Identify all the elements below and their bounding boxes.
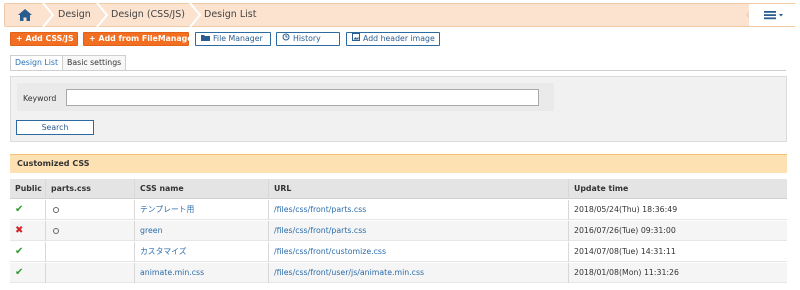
parts-cell	[45, 221, 134, 241]
update-time: 2018/05/24(Thu) 18:36:49	[568, 200, 787, 220]
hamburger-menu-icon	[764, 11, 783, 20]
table-row: ✔ カスタマイズ /files/css/front/customize.css …	[10, 242, 787, 262]
tab-basic-settings[interactable]: Basic settings	[62, 55, 127, 70]
table-row: ✔ テンプレート用 /files/css/front/parts.css 201…	[10, 200, 787, 220]
url-link[interactable]: /files/css/front/user/js/animate.min.css	[268, 263, 568, 283]
section-title: Customized CSS	[17, 159, 90, 168]
home-button[interactable]	[5, 4, 45, 26]
keyword-label: Keyword	[23, 94, 57, 103]
menu-button[interactable]	[749, 4, 796, 26]
add-css-js-label: Add CSS/JS	[25, 34, 74, 43]
add-css-js-button[interactable]: + Add CSS/JS	[10, 32, 78, 46]
image-icon	[352, 33, 360, 45]
radio-icon[interactable]	[53, 227, 59, 234]
url-link[interactable]: /files/css/front/customize.css	[268, 242, 568, 262]
url-link[interactable]: /files/css/front/parts.css	[268, 200, 568, 220]
update-time: 2016/07/26(Tue) 09:31:00	[568, 221, 787, 241]
breadcrumb-item-design[interactable]: Design	[58, 4, 91, 26]
add-header-image-button[interactable]: Add header image	[346, 32, 440, 46]
history-button[interactable]: History	[276, 32, 340, 46]
tab-divider	[10, 70, 786, 71]
check-icon: ✔	[15, 204, 24, 215]
search-panel	[10, 76, 787, 142]
check-icon: ✔	[15, 267, 24, 278]
header-css-name: CSS name	[134, 179, 268, 199]
file-manager-button[interactable]: File Manager	[195, 32, 271, 46]
css-name-link[interactable]: animate.min.css	[134, 263, 268, 283]
folder-icon	[201, 33, 210, 45]
update-time: 2014/07/08(Tue) 14:31:11	[568, 242, 787, 262]
header-parts-css: parts.css	[45, 179, 134, 199]
radio-icon[interactable]	[53, 206, 59, 213]
public-cell: ✔	[10, 242, 45, 262]
header-url: URL	[268, 179, 568, 199]
table-row: ✖ green /files/css/front/parts.css 2016/…	[10, 221, 787, 241]
search-button[interactable]: Search	[16, 120, 94, 135]
home-icon	[18, 9, 32, 21]
add-from-filemanager-label: Add from FileManager	[98, 34, 197, 43]
add-from-filemanager-button[interactable]: + Add from FileManager	[83, 32, 196, 46]
update-time: 2018/01/08(Mon) 11:31:26	[568, 263, 787, 283]
header-public: Public	[15, 184, 42, 193]
table-row: ✔ animate.min.css /files/css/front/user/…	[10, 263, 787, 283]
public-cell: ✖	[10, 221, 45, 241]
breadcrumb-item-design-css-js[interactable]: Design (CSS/JS)	[111, 4, 185, 26]
breadcrumb: Design Design (CSS/JS) Design List	[4, 3, 796, 27]
table-header-row: Public parts.css CSS name URL Update tim…	[10, 179, 787, 199]
history-icon	[282, 33, 290, 45]
plus-icon: +	[16, 34, 23, 43]
css-name-link[interactable]: カスタマイズ	[134, 242, 268, 262]
public-cell: ✔	[10, 200, 45, 220]
keyword-input[interactable]	[66, 89, 539, 106]
section-header: Customized CSS	[10, 154, 787, 173]
parts-cell	[45, 263, 134, 283]
history-label: History	[293, 34, 321, 43]
header-update-time: Update time	[568, 179, 787, 199]
breadcrumb-separator	[42, 3, 55, 27]
tab-design-list[interactable]: Design List	[10, 55, 64, 70]
css-name-link[interactable]: green	[134, 221, 268, 241]
check-icon: ✔	[15, 246, 24, 257]
public-cell: ✔	[10, 263, 45, 283]
breadcrumb-separator	[189, 3, 202, 27]
url-link[interactable]: /files/css/front/parts.css	[268, 221, 568, 241]
breadcrumb-item-design-list: Design List	[204, 9, 257, 20]
parts-cell	[45, 200, 134, 220]
cross-icon: ✖	[15, 225, 24, 236]
parts-cell	[45, 242, 134, 262]
breadcrumb-separator	[96, 3, 109, 27]
file-manager-label: File Manager	[213, 34, 263, 43]
add-header-image-label: Add header image	[363, 34, 435, 43]
css-name-link[interactable]: テンプレート用	[134, 200, 268, 220]
plus-icon: +	[89, 34, 96, 43]
